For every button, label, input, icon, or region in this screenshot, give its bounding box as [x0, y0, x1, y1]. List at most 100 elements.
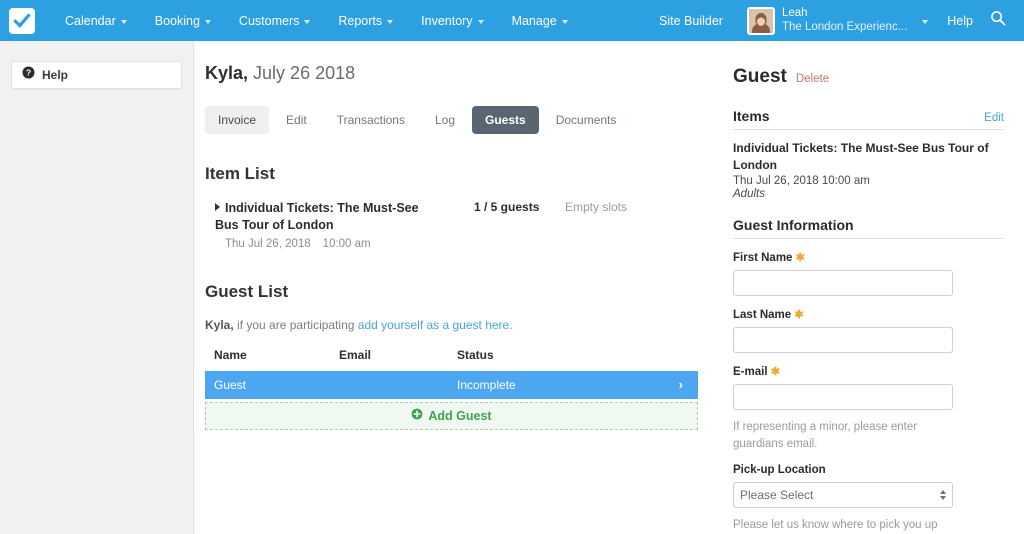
cell-guest-email [330, 371, 448, 399]
guest-table-head: Name Email Status [205, 348, 698, 371]
cell-chevron: › [648, 371, 698, 399]
guest-information-header: Guest Information [733, 217, 1004, 240]
required-asterisk-icon: ✱ [770, 366, 780, 379]
account-organization: The London Experienc... [781, 20, 908, 33]
chevron-down-icon [477, 19, 484, 24]
chevron-down-icon [204, 19, 211, 24]
nav-label: Customers [238, 13, 300, 28]
page-title-name: Kyla, [205, 63, 249, 83]
panel-item-datetime: Thu Jul 26, 2018 10:00 am [733, 175, 870, 188]
question-circle-icon: ? [22, 66, 35, 84]
nav-label: Reports [338, 13, 383, 28]
last-name-input[interactable] [733, 327, 953, 354]
nav-right-group: Site Builder Leah The London Experienc..… [645, 0, 1024, 41]
nav-item-customers[interactable]: Customers [225, 0, 324, 41]
nav-label: Manage [511, 13, 557, 28]
first-name-label-text: First Name [733, 252, 793, 265]
last-name-label: Last Name ✱ [733, 308, 1004, 321]
panel-item-name: Individual Tickets: The Must-See Bus Tou… [733, 141, 989, 172]
tab-edit[interactable]: Edit [273, 106, 320, 134]
email-input[interactable] [733, 384, 953, 411]
item-datetime: Thu Jul 26, 2018 10:00 am [225, 238, 445, 250]
field-first-name: First Name ✱ [733, 251, 1004, 297]
cell-guest-status: Incomplete [457, 377, 516, 392]
panel-title: Guest [733, 66, 787, 87]
cell-guest-name: Guest [214, 377, 247, 392]
add-yourself-link[interactable]: add yourself as a guest here. [358, 318, 513, 332]
guest-table-header-row: Name Email Status [205, 348, 698, 371]
item-list-row: Individual Tickets: The Must-See Bus Tou… [215, 200, 696, 250]
column-header-name: Name [214, 347, 247, 362]
pickup-hint: Please let us know where to pick you up [733, 519, 938, 532]
main-content: Kyla, July 26 2018 Invoice Edit Transact… [195, 41, 718, 534]
item-name-line[interactable]: Individual Tickets: The Must-See Bus Tou… [215, 200, 445, 234]
required-asterisk-icon: ✱ [794, 309, 804, 322]
guest-table-body: Guest Incomplete › [205, 370, 698, 399]
chevron-down-icon [120, 19, 127, 24]
first-name-label: First Name ✱ [733, 251, 1004, 264]
tab-guests[interactable]: Guests [472, 106, 539, 134]
item-empty-slots: Empty slots [565, 200, 628, 214]
app-root: Calendar Booking Customers Reports Inven… [0, 0, 1024, 534]
nav-item-manage[interactable]: Manage [498, 0, 582, 41]
item-name: Individual Tickets: The Must-See Bus Tou… [215, 201, 419, 232]
pickup-select-wrapper: Please Select [733, 482, 953, 509]
search-button[interactable] [986, 10, 1016, 31]
panel-header: Guest Delete [733, 66, 1004, 88]
header-help-link[interactable]: Help [934, 14, 986, 28]
items-section-header: Items Edit [733, 108, 1004, 130]
plus-circle-icon [411, 407, 423, 425]
field-email: E-mail ✱ If representing a minor, please… [733, 365, 1004, 452]
pickup-location-label: Pick-up Location [733, 464, 826, 477]
last-name-label-text: Last Name [733, 309, 792, 322]
email-label: E-mail ✱ [733, 365, 1004, 378]
nav-item-reports[interactable]: Reports [324, 0, 407, 41]
nav-item-inventory[interactable]: Inventory [407, 0, 497, 41]
nav-item-booking[interactable]: Booking [141, 0, 225, 41]
item-time: 10:00 am [322, 237, 371, 250]
chevron-down-icon [387, 19, 394, 24]
tab-invoice[interactable]: Invoice [205, 106, 270, 134]
triangle-right-icon [215, 203, 220, 211]
edit-items-link[interactable]: Edit [984, 112, 1004, 124]
site-builder-link[interactable]: Site Builder [645, 14, 737, 28]
nav-label: Calendar [65, 13, 116, 28]
record-tabs: Invoice Edit Transactions Log Guests Doc… [205, 106, 696, 134]
first-name-input[interactable] [733, 270, 953, 297]
field-pickup-location: Pick-up Location Please Select Please le… [733, 464, 1004, 534]
nav-label: Booking [154, 13, 200, 28]
column-header-email: Email [339, 347, 372, 362]
svg-text:?: ? [26, 68, 31, 78]
chevron-down-icon [561, 19, 568, 24]
guest-list-note: Kyla, if you are participating add yours… [205, 318, 696, 332]
nav-label: Inventory [421, 13, 473, 28]
sidebar-help-label: Help [42, 68, 69, 82]
email-hint: If representing a minor, please enter gu… [733, 421, 918, 450]
guest-list-heading: Guest List [205, 281, 289, 301]
sidebar-help-card[interactable]: ? Help [11, 61, 182, 89]
tab-transactions[interactable]: Transactions [324, 106, 418, 134]
main-nav-items: Calendar Booking Customers Reports Inven… [51, 0, 582, 41]
left-sidebar: ? Help [0, 41, 194, 534]
tab-log[interactable]: Log [422, 106, 468, 134]
add-guest-label: Add Guest [428, 408, 492, 423]
table-row[interactable]: Guest Incomplete › [205, 370, 698, 399]
page-title: Kyla, July 26 2018 [205, 63, 696, 84]
guest-information-title: Guest Information [733, 217, 854, 234]
tab-documents[interactable]: Documents [543, 106, 630, 134]
item-date: Thu Jul 26, 2018 [225, 237, 311, 250]
guest-detail-panel: Guest Delete Items Edit Individual Ticke… [718, 41, 1024, 534]
guest-note-name: Kyla, [205, 317, 234, 332]
chevron-down-icon [922, 19, 929, 24]
nav-item-calendar[interactable]: Calendar [51, 0, 141, 41]
pickup-location-select[interactable]: Please Select [733, 482, 953, 509]
app-logo[interactable] [9, 7, 35, 34]
items-section-title: Items [733, 108, 770, 124]
panel-item-type: Adults [733, 188, 765, 201]
chevron-down-icon [304, 19, 311, 24]
delete-guest-link[interactable]: Delete [796, 73, 829, 85]
add-guest-button[interactable]: Add Guest [205, 401, 698, 430]
account-menu[interactable]: Leah The London Experienc... [737, 6, 934, 35]
account-text: Leah The London Experienc... [782, 7, 907, 34]
chevron-right-icon: › [678, 377, 683, 393]
